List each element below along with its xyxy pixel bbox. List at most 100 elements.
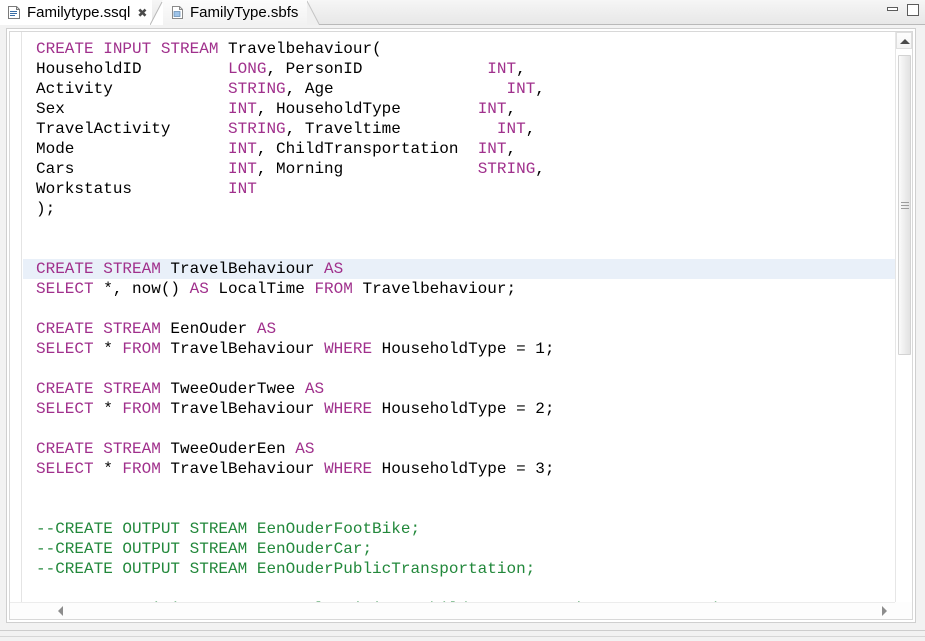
code-text: , PersonID [266,60,488,78]
code-text: Cars [36,160,229,178]
code-keyword: INT [477,100,507,118]
code-text: ); [36,200,56,218]
code-text: * [93,460,123,478]
code-line[interactable]: ); [23,199,895,219]
code-line[interactable]: TravelActivity STRING, Traveltime INT, [23,119,895,139]
editor-window: Familytype.ssql ✖ FamilyType.sbfs CREATE… [0,0,925,641]
code-text: , [535,80,545,98]
code-keyword: AS [256,320,277,338]
code-line[interactable] [23,579,895,599]
source-code[interactable]: CREATE INPUT STREAM Travelbehaviour(Hous… [23,39,895,602]
code-text: Workstatus [36,180,229,198]
editor-frame: CREATE INPUT STREAM Travelbehaviour(Hous… [6,28,916,623]
editor-gutter[interactable] [10,32,22,619]
code-line[interactable]: Cars INT, Morning STRING, [23,159,895,179]
scroll-up-arrow-icon[interactable] [896,32,912,49]
code-text: EenOuder [170,320,257,338]
code-line[interactable] [23,419,895,439]
code-keyword: SELECT [36,400,94,418]
vertical-scrollbar[interactable] [895,32,912,602]
code-text: LocalTime [208,280,315,298]
close-icon[interactable]: ✖ [137,6,147,20]
tab-label: FamilyType.sbfs [190,4,299,21]
code-line[interactable]: Activity STRING, Age INT, [23,79,895,99]
code-keyword: FROM [122,340,161,358]
code-text: Travelbehaviour; [352,280,517,298]
code-keyword: FROM [314,280,353,298]
code-line[interactable] [23,479,895,499]
horizontal-scrollbar[interactable] [10,602,895,619]
code-text: TravelBehaviour [160,340,325,358]
code-text: , [516,60,526,78]
scrollbar-corner [895,602,912,619]
code-line[interactable]: SELECT * FROM TravelBehaviour WHERE Hous… [23,399,895,419]
code-keyword: AS [295,440,315,458]
code-text: Mode [36,140,229,158]
code-keyword: INT [487,60,517,78]
code-text: , [525,120,536,138]
scroll-right-arrow-icon[interactable] [876,603,893,619]
scroll-left-arrow-icon[interactable] [53,603,70,619]
code-text: *, now() [93,280,190,298]
tab-familytype-sbfs[interactable]: FamilyType.sbfs [163,0,309,25]
code-text: HouseholdID [36,60,229,78]
tab-label: Familytype.ssql [27,4,131,21]
editor-inner: CREATE INPUT STREAM Travelbehaviour(Hous… [9,31,913,620]
code-line[interactable]: CREATE INPUT STREAM Travelbehaviour( [23,39,895,59]
code-line[interactable]: CREATE STREAM EenOuder AS [23,319,895,339]
code-text: * [93,400,123,418]
code-keyword: INT [496,120,526,138]
code-line[interactable] [23,239,895,259]
code-text: , [506,140,517,158]
code-text: Activity [36,80,229,98]
scroll-thumb-grip-icon [901,202,909,209]
code-keyword: CREATE STREAM [36,380,171,398]
code-line[interactable]: Workstatus INT [23,179,895,199]
code-text: , [506,100,517,118]
code-line[interactable]: SELECT * FROM TravelBehaviour WHERE Hous… [23,459,895,479]
code-keyword: AS [304,380,325,398]
code-keyword: INT [228,160,257,178]
window-controls [886,4,920,17]
code-text: TweeOuderEen [170,440,296,458]
code-keyword: SELECT [36,280,94,298]
code-line[interactable]: CREATE STREAM TravelBehaviour AS [23,259,895,279]
code-comment: --CREATE OUTPUT STREAM EenOuderPublicTra… [36,560,536,578]
code-text: , HouseholdType [256,100,478,118]
code-text: * [93,340,123,358]
code-keyword: CREATE STREAM [36,320,171,338]
code-keyword: AS [324,260,344,278]
code-text: , Age [285,80,507,98]
code-keyword: INT [228,140,257,158]
code-line[interactable]: CREATE STREAM TweeOuderTwee AS [23,379,895,399]
code-line[interactable]: --CREATE OUTPUT STREAM EenOuderCar; [23,539,895,559]
code-line[interactable]: HouseholdID LONG, PersonID INT, [23,59,895,79]
code-keyword: FROM [122,460,161,478]
code-line[interactable]: Sex INT, HouseholdType INT, [23,99,895,119]
code-line[interactable] [23,359,895,379]
code-line[interactable]: Mode INT, ChildTransportation INT, [23,139,895,159]
tab-familytype-ssql[interactable]: Familytype.ssql ✖ [0,0,152,25]
code-line[interactable]: --CREATE OUTPUT STREAM EenOuderPublicTra… [23,559,895,579]
code-text: HouseholdType = 2; [372,400,555,418]
code-text: , [535,160,545,178]
code-line[interactable]: SELECT *, now() AS LocalTime FROM Travel… [23,279,895,299]
code-line[interactable] [23,219,895,239]
code-text: TravelBehaviour [160,400,325,418]
code-keyword: STRING [477,160,536,178]
code-line[interactable]: --CREATE OUTPUT STREAM EenOuderFootBike; [23,519,895,539]
code-keyword: FROM [122,400,161,418]
minimize-icon[interactable] [886,4,900,17]
code-text: , Traveltime [285,120,497,138]
code-keyword: CREATE STREAM [36,440,171,458]
code-keyword: INT [228,180,257,198]
code-line[interactable]: SELECT * FROM TravelBehaviour WHERE Hous… [23,339,895,359]
code-line[interactable]: CREATE STREAM TweeOuderEen AS [23,439,895,459]
code-line[interactable] [23,299,895,319]
editor-tab-bar: Familytype.ssql ✖ FamilyType.sbfs [0,0,925,25]
code-line[interactable] [23,499,895,519]
code-text: TravelBehaviour [170,260,325,278]
code-view[interactable]: CREATE INPUT STREAM Travelbehaviour(Hous… [23,32,895,602]
maximize-icon[interactable] [906,4,920,17]
vertical-scroll-thumb[interactable] [898,55,911,355]
